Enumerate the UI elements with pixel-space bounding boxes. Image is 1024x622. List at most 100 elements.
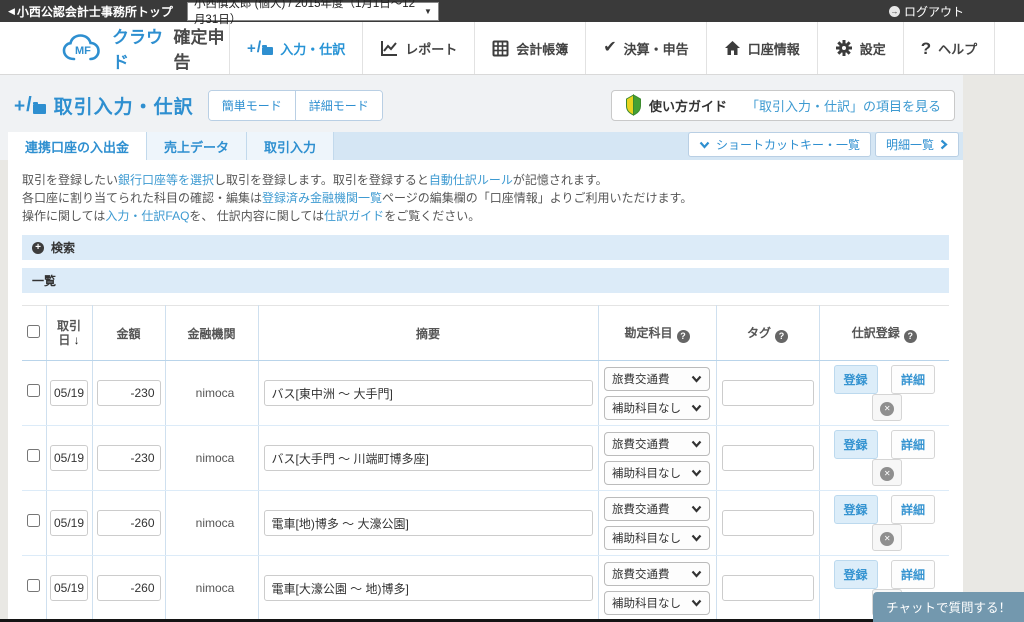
tab-transaction-input[interactable]: 取引入力 [247,132,334,160]
summary-input[interactable] [264,510,593,536]
date-input[interactable] [50,445,88,471]
usage-guide-button[interactable]: 使い方ガイド [612,94,740,116]
register-button[interactable]: 登録 [834,365,878,394]
institution-label: nimoca [165,361,258,426]
row-checkbox[interactable] [27,579,40,592]
ledger-grid-icon [492,40,509,57]
bank-account-select-link[interactable]: 銀行口座等を選択 [118,173,214,187]
app-logo[interactable]: MF クラウド 確定申告 [0,22,229,74]
chat-question-button[interactable]: チャットで質問する！ [873,592,1024,622]
tab-linked-accounts[interactable]: 連携口座の入出金 [8,132,147,160]
register-button[interactable]: 登録 [834,495,878,524]
delete-button[interactable]: ✕ [872,524,902,551]
chevron-down-icon [691,404,702,412]
sub-account-select[interactable]: 補助科目なし [604,591,710,615]
summary-input[interactable] [264,575,593,601]
date-input[interactable] [50,510,88,536]
check-icon: ✔ [603,40,616,56]
cloud-logo-icon: MF [62,33,108,63]
tab-sales-data[interactable]: 売上データ [147,132,247,160]
sub-account-select[interactable]: 補助科目なし [604,396,710,420]
search-panel-header[interactable]: + 検索 [22,235,949,260]
nav-item-ledger[interactable]: 会計帳簿 [474,22,585,74]
detail-button[interactable]: 詳細 [891,560,935,589]
circle-x-icon: ✕ [880,402,894,416]
beginner-mark-icon [625,94,642,116]
col-header-register: 仕訳登録? [819,306,949,361]
account-select[interactable]: 旅費交通費 [604,497,710,521]
transaction-row: nimoca 旅費交通費 補助科目なし 登録 詳細 ✕ [22,361,949,426]
help-circle-icon[interactable]: ? [775,330,788,343]
help-circle-icon[interactable]: ? [677,330,690,343]
account-select[interactable]: 旅費交通費 [604,432,710,456]
tag-input[interactable] [722,510,814,536]
simple-mode-button[interactable]: 簡単モード [209,91,295,120]
sub-account-select[interactable]: 補助科目なし [604,461,710,485]
detail-button[interactable]: 詳細 [891,495,935,524]
tab-strip: 連携口座の入出金 売上データ 取引入力 ショートカットキー・一覧 明細一覧 [8,132,963,160]
summary-input[interactable] [264,380,593,406]
journal-guide-link[interactable]: 仕訳ガイド [324,209,384,223]
institution-label: nimoca [165,556,258,621]
circle-x-icon: ✕ [880,467,894,481]
delete-button[interactable]: ✕ [872,459,902,486]
tag-input[interactable] [722,445,814,471]
nav-item-input-journal[interactable]: +/ 入力・仕訳 [229,22,362,74]
nav-item-settings[interactable]: 設定 [817,22,903,74]
detail-button[interactable]: 詳細 [891,430,935,459]
guide-items-link[interactable]: 「取引入力・仕訳」の項目を見る [740,96,954,115]
nav-item-settlement[interactable]: ✔ 決算・申告 [585,22,705,74]
register-button[interactable]: 登録 [834,560,878,589]
sub-account-select[interactable]: 補助科目なし [604,526,710,550]
chevron-down-icon [691,599,702,607]
amount-input[interactable] [97,380,161,406]
detail-list-button[interactable]: 明細一覧 [875,132,959,157]
detail-button[interactable]: 詳細 [891,365,935,394]
account-select[interactable]: 旅費交通費 [604,562,710,586]
nav-item-accounts[interactable]: 口座情報 [706,22,817,74]
table-header-row: 取引日 ↓ 金額 金融機関 摘要 勘定科目? タグ? 仕訳登録? [22,306,949,361]
logout-link[interactable]: → ログアウト [889,3,964,20]
question-icon: ? [921,40,931,57]
register-button[interactable]: 登録 [834,430,878,459]
list-panel-header: 一覧 [22,268,949,293]
row-checkbox[interactable] [27,449,40,462]
input-journal-faq-link[interactable]: 入力・仕訳FAQ [105,209,189,223]
gear-icon [835,39,853,57]
summary-input[interactable] [264,445,593,471]
app-window: ◀ 小西公認会計士事務所トップ 小西慎太郎 (個人) / 2015年度（1月1日… [0,0,1024,622]
search-panel-label: 検索 [51,239,75,256]
institution-label: nimoca [165,491,258,556]
chevron-down-icon [691,534,702,542]
expand-plus-icon: + [32,242,44,254]
select-all-checkbox[interactable] [27,325,40,338]
office-year-select[interactable]: 小西慎太郎 (個人) / 2015年度（1月1日～12月31日） ▼ [187,2,439,21]
plus-folder-icon: +/ [247,41,273,55]
amount-input[interactable] [97,510,161,536]
auto-journal-rule-link[interactable]: 自動仕訳ルール [429,173,513,187]
logo-product-text: 確定申告 [174,23,230,73]
date-input[interactable] [50,380,88,406]
row-checkbox[interactable] [27,384,40,397]
mode-toggle-group: 簡単モード 詳細モード [208,90,383,121]
col-header-date[interactable]: 取引日 ↓ [46,306,92,361]
detail-mode-button[interactable]: 詳細モード [295,91,382,120]
delete-button[interactable]: ✕ [872,394,902,421]
tag-input[interactable] [722,380,814,406]
page-title-text: 取引入力・仕訳 [54,92,194,119]
registered-institutions-link[interactable]: 登録済み金融機関一覧 [262,191,382,205]
amount-input[interactable] [97,445,161,471]
nav-item-report[interactable]: レポート [362,22,474,74]
shortcut-key-list-button[interactable]: ショートカットキー・一覧 [688,132,871,157]
account-select[interactable]: 旅費交通費 [604,367,710,391]
help-circle-icon[interactable]: ? [904,330,917,343]
tag-input[interactable] [722,575,814,601]
row-checkbox[interactable] [27,514,40,527]
nav-label: 会計帳簿 [516,39,568,58]
nav-item-help[interactable]: ? ヘルプ [903,22,995,74]
date-input[interactable] [50,575,88,601]
amount-input[interactable] [97,575,161,601]
logo-cloud-text: クラウド [112,23,168,73]
breadcrumb[interactable]: ◀ 小西公認会計士事務所トップ [8,3,173,20]
nav-items: +/ 入力・仕訳 レポート [229,22,1024,74]
